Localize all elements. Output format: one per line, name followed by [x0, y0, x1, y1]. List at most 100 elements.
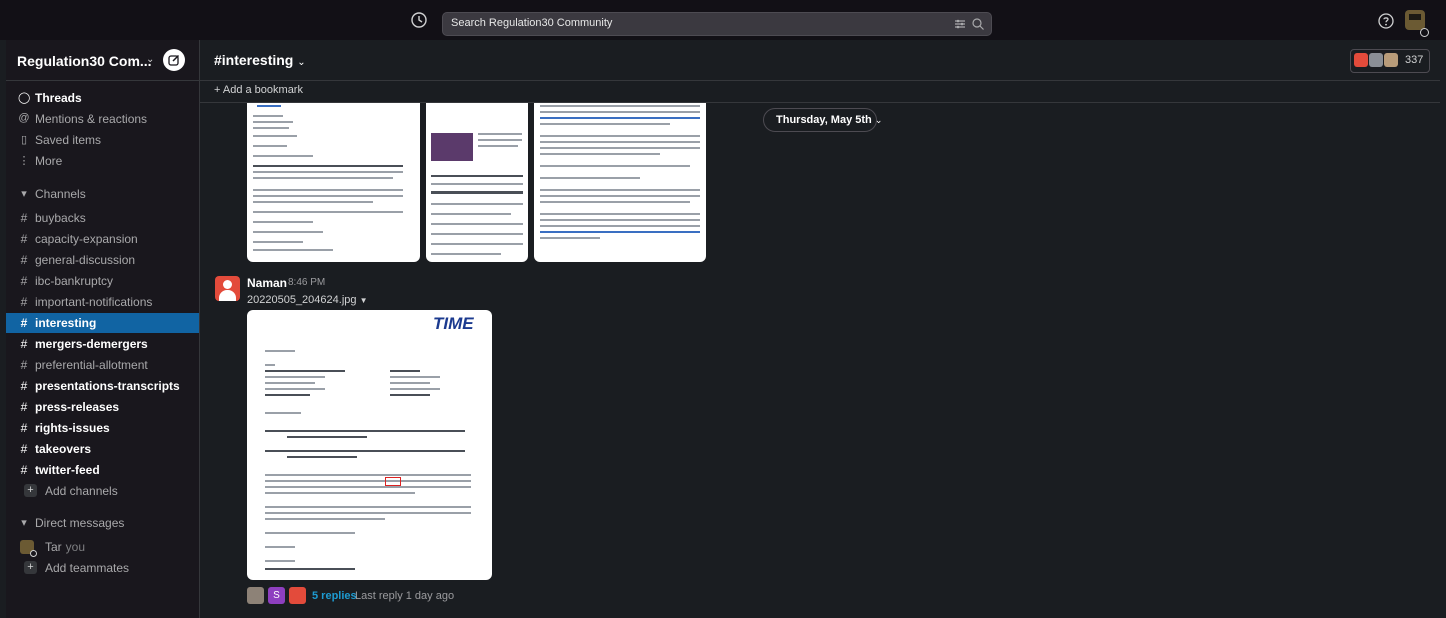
presence-status-icon	[1420, 28, 1429, 37]
thread-replies[interactable]: S 5 replies Last reply 1 day ago	[247, 586, 547, 606]
hash-icon: #	[20, 421, 28, 435]
image-attachment[interactable]: TIME	[247, 310, 492, 580]
sidebar-item-important-notifications[interactable]: # important-notifications	[6, 292, 199, 312]
sidebar-item-press-releases[interactable]: # press-releases	[6, 397, 199, 417]
date-text: Thursday, May 5th	[776, 114, 872, 126]
avatar	[1354, 53, 1368, 67]
top-bar: Search Regulation30 Community	[0, 0, 1446, 40]
message-author[interactable]: Naman	[247, 276, 287, 290]
avatar[interactable]	[215, 276, 240, 301]
filter-icon[interactable]	[953, 17, 967, 31]
nav-label: Threads	[35, 91, 82, 105]
caret-down-icon: ▼	[359, 296, 368, 305]
attachment-thumbnail[interactable]	[426, 103, 528, 262]
dm-user-name: Tar	[45, 540, 62, 554]
channel-name: twitter-feed	[35, 463, 100, 477]
member-count: 337	[1405, 54, 1424, 66]
chevron-down-icon[interactable]: ⌄	[146, 54, 154, 65]
date-divider[interactable]: Thursday, May 5th ⌄	[763, 108, 882, 132]
hash-icon: #	[20, 211, 28, 225]
add-channels-button[interactable]: + Add channels	[6, 481, 199, 501]
date-divider-label: Thursday, May 5th ⌄	[776, 114, 882, 126]
nav-threads[interactable]: ◯ Threads	[6, 88, 199, 108]
channel-name: capacity-expansion	[35, 232, 138, 246]
nav-saved-items[interactable]: ▯ Saved items	[6, 130, 199, 150]
sidebar-item-general-discussion[interactable]: # general-discussion	[6, 250, 199, 270]
sidebar-item-preferential-allotment[interactable]: # preferential-allotment	[6, 355, 199, 375]
channel-view: #interesting ⌄ 337 + Add a bookmark Thur…	[200, 40, 1440, 618]
search-icon[interactable]	[971, 17, 985, 31]
attachment-thumbnail[interactable]	[534, 103, 706, 262]
hash-icon: #	[20, 337, 28, 351]
hash-icon: #	[20, 274, 28, 288]
attachment-thumbnail[interactable]	[247, 103, 420, 262]
compose-icon	[168, 54, 180, 66]
dm-label: Tar you	[45, 540, 85, 554]
plus-icon: +	[24, 484, 37, 497]
message-timestamp[interactable]: 8:46 PM	[288, 277, 325, 288]
add-teammates-button[interactable]: + Add teammates	[6, 558, 199, 578]
hash-icon: #	[20, 295, 28, 309]
bookmark-bar: + Add a bookmark	[200, 80, 1440, 103]
sidebar-item-presentations-transcripts[interactable]: # presentations-transcripts	[6, 376, 199, 396]
threads-icon: ◯	[18, 92, 31, 104]
channels-heading: Channels	[35, 187, 86, 201]
avatar	[289, 587, 306, 604]
channels-section-toggle[interactable]: ▾ Channels	[6, 184, 199, 204]
search-input[interactable]: Search Regulation30 Community	[442, 12, 992, 36]
nav-label: Saved items	[35, 133, 102, 147]
member-list-button[interactable]: 337	[1350, 49, 1430, 73]
file-name-text: 20220505_204624.jpg	[247, 294, 357, 306]
avatar	[1384, 53, 1398, 67]
hash-icon: #	[20, 253, 28, 267]
search-placeholder: Search Regulation30 Community	[451, 17, 613, 29]
sidebar-item-mergers-demergers[interactable]: # mergers-demergers	[6, 334, 199, 354]
compose-button[interactable]	[163, 49, 185, 71]
hash-icon: #	[20, 316, 28, 330]
chevron-down-icon: ⌄	[874, 115, 883, 125]
avatar	[247, 587, 264, 604]
dm-you-tag: you	[65, 540, 86, 554]
workspace-header[interactable]: Regulation30 Com... ⌄	[6, 40, 199, 81]
replies-link[interactable]: 5 replies	[312, 590, 357, 602]
channel-title[interactable]: #interesting ⌄	[214, 52, 306, 68]
channel-name: press-releases	[35, 400, 120, 414]
chevron-down-icon: ⌄	[297, 57, 306, 68]
nav-mentions[interactable]: @ Mentions & reactions	[6, 109, 199, 129]
nav-more[interactable]: ⋮ More	[6, 151, 199, 171]
sidebar-item-rights-issues[interactable]: # rights-issues	[6, 418, 199, 438]
channel-header: #interesting ⌄ 337	[200, 40, 1440, 81]
avatar	[1369, 53, 1383, 67]
channel-name: ibc-bankruptcy	[35, 274, 114, 288]
dm-section-toggle[interactable]: ▾ Direct messages	[6, 513, 199, 533]
sidebar-item-capacity-expansion[interactable]: # capacity-expansion	[6, 229, 199, 249]
channel-name: interesting	[35, 316, 97, 330]
dm-item-self[interactable]: Tar you	[6, 537, 199, 557]
add-teammates-label: Add teammates	[45, 561, 130, 575]
workspace-name[interactable]: Regulation30 Com...	[17, 53, 152, 69]
bookmark-icon: ▯	[20, 134, 28, 146]
history-icon[interactable]	[410, 11, 428, 29]
nav-label: More	[35, 154, 63, 168]
sidebar-item-twitter-feed[interactable]: # twitter-feed	[6, 460, 199, 480]
help-icon[interactable]	[1378, 13, 1394, 29]
sidebar-item-interesting[interactable]: # interesting	[6, 313, 199, 333]
add-channels-label: Add channels	[45, 484, 118, 498]
file-name[interactable]: 20220505_204624.jpg ▼	[247, 294, 368, 306]
channel-name: takeovers	[35, 442, 92, 456]
sidebar-item-buybacks[interactable]: # buybacks	[6, 208, 199, 228]
last-reply-text: Last reply 1 day ago	[355, 590, 455, 602]
channel-name: rights-issues	[35, 421, 110, 435]
hash-icon: #	[20, 379, 28, 393]
avatar: S	[268, 587, 285, 604]
plus-icon: +	[24, 561, 37, 574]
sidebar-item-ibc-bankruptcy[interactable]: # ibc-bankruptcy	[6, 271, 199, 291]
channel-name: important-notifications	[35, 295, 153, 309]
user-avatar[interactable]	[1405, 10, 1425, 30]
hash-icon: #	[20, 400, 28, 414]
sidebar-item-takeovers[interactable]: # takeovers	[6, 439, 199, 459]
channel-name: presentations-transcripts	[35, 379, 180, 393]
hash-icon: #	[20, 358, 28, 372]
at-icon: @	[18, 112, 30, 124]
add-bookmark-button[interactable]: + Add a bookmark	[214, 84, 303, 96]
